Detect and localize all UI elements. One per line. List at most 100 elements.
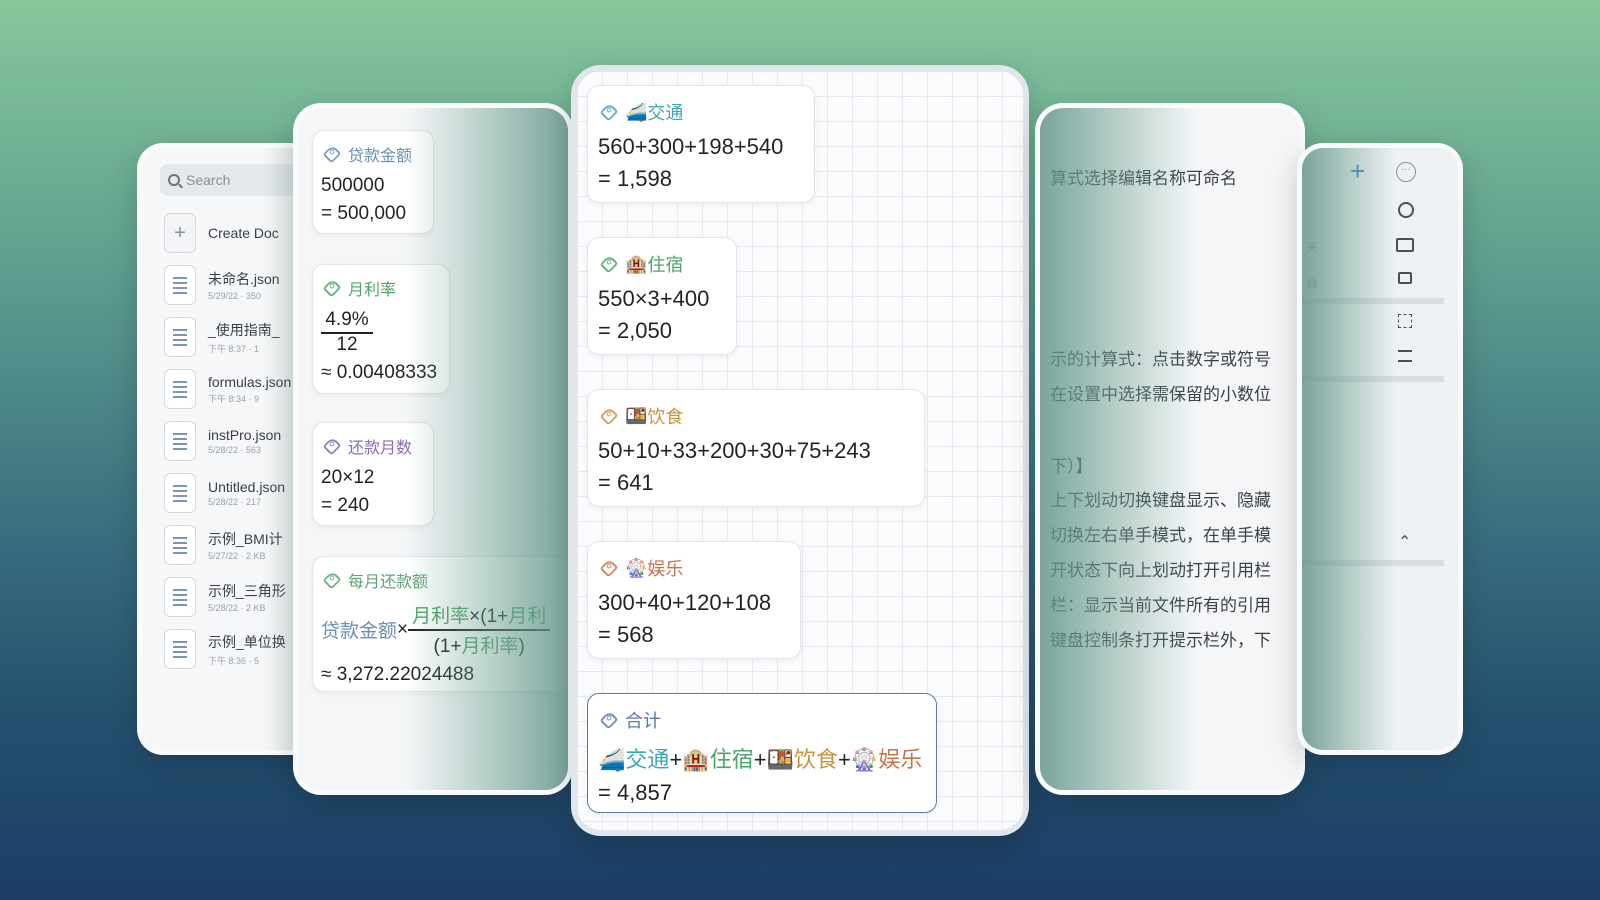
file-name: 示例_三角形	[208, 583, 286, 599]
expression: 550×3+400	[598, 286, 710, 311]
file-name: formulas.json	[208, 373, 292, 390]
plus-icon: +	[164, 213, 196, 253]
tag-icon	[599, 710, 619, 730]
menu-label: 夹	[1306, 240, 1319, 254]
denominator: 12	[336, 334, 358, 355]
check-circle-icon[interactable]	[1398, 202, 1414, 218]
fraction: 4.9% 12	[321, 309, 373, 356]
tag-label: 还款月数	[319, 431, 420, 461]
result: = 641	[598, 470, 654, 495]
result: = 568	[598, 622, 654, 647]
fraction: 月利率×(1+月利 (1+月利率)	[408, 601, 551, 658]
grid-icon[interactable]	[1398, 314, 1412, 328]
ref-rate-clipped: 月利	[508, 606, 547, 627]
help-line: 键盘控制条打开提示栏外，下	[1050, 631, 1271, 650]
transport-card[interactable]: 🚄 交通 560+300+198+540 = 1,598	[587, 85, 815, 203]
document-icon	[164, 525, 196, 565]
tag-icon	[599, 254, 619, 274]
document-icon	[164, 629, 196, 669]
file-name: 示例_单位换	[208, 633, 286, 650]
result: = 1,598	[598, 166, 673, 191]
document-icon	[164, 421, 196, 461]
help-line: 开状态下向上划动打开引用栏	[1050, 561, 1271, 580]
food-card[interactable]: 🍱 饮食 50+10+33+200+30+75+243 = 641	[587, 389, 925, 507]
folder-icon[interactable]	[1396, 238, 1414, 252]
document-icon	[164, 473, 196, 513]
document-icon	[164, 265, 196, 305]
result: = 2,050	[598, 318, 673, 343]
total-formula: 🚄交通+🏨住宿+🍱饮食+🎡娱乐	[598, 747, 923, 772]
tag-label: 贷款金额	[319, 139, 420, 169]
help-line: 切换左右单手模式，在单手模	[1050, 526, 1271, 545]
num-op: ×(1+	[469, 606, 509, 627]
chevron-up-icon[interactable]: ⌃	[1398, 532, 1411, 552]
payment-formula: 贷款金额 × 月利率×(1+月利 (1+月利率)	[321, 601, 568, 658]
tag-label: 月利率	[319, 273, 404, 303]
den-open: (1+	[433, 636, 462, 657]
tag-icon	[322, 144, 342, 164]
result: = 240	[321, 495, 370, 516]
monthly-rate-card[interactable]: 月利率 4.9% 12 ≈ 0.00408333	[312, 264, 450, 394]
hotel-icon: 🏨	[682, 747, 710, 772]
tag-icon	[322, 278, 342, 298]
total-card[interactable]: 合计 🚄交通+🏨住宿+🍱饮食+🎡娱乐 = 4,857	[587, 693, 937, 813]
loan-amount-card[interactable]: 贷款金额 500000 = 500,000	[312, 130, 434, 234]
document-icon	[164, 317, 196, 357]
ref-rate: 月利率	[461, 636, 519, 657]
numerator: 4.9%	[321, 309, 373, 334]
expression: 560+300+198+540	[598, 134, 784, 159]
menu-panel: + ··· 夹 器 ⌃	[1297, 143, 1463, 755]
tag-label: 🎡 娱乐	[596, 552, 691, 584]
help-line: 在设置中选择需保留的小数位	[1050, 385, 1271, 404]
ref-loan-amount: 贷款金额	[321, 621, 398, 642]
tag-icon	[599, 102, 619, 122]
expression: 20×12	[321, 467, 375, 488]
search-icon	[168, 174, 180, 186]
expression: 50+10+33+200+30+75+243	[598, 438, 871, 463]
lodging-card[interactable]: 🏨 住宿 550×3+400 = 2,050	[587, 237, 737, 355]
train-icon: 🚄	[598, 747, 626, 772]
divider	[1302, 560, 1444, 566]
file-meta: 下午 8:37 · 1	[208, 343, 260, 354]
result: = 500,000	[321, 203, 407, 224]
result: ≈ 0.00408333	[321, 362, 438, 383]
file-name: Untitled.json	[208, 479, 286, 495]
file-meta: 下午 8:36 · 5	[208, 655, 260, 666]
document-icon	[164, 369, 196, 409]
ref-lodging: 住宿	[709, 747, 754, 772]
entertainment-card[interactable]: 🎡 娱乐 300+40+120+108 = 568	[587, 541, 801, 659]
file-meta: 5/28/22 · 2 KB	[208, 603, 266, 613]
add-icon[interactable]: +	[1350, 156, 1365, 187]
hotel-icon: 🏨	[625, 253, 648, 274]
monthly-payment-card[interactable]: 每月还款额 贷款金额 × 月利率×(1+月利 (1+月利率) ≈ 3,272.2…	[312, 556, 568, 692]
months-card[interactable]: 还款月数 20×12 = 240	[312, 422, 434, 526]
monitor-icon[interactable]	[1398, 272, 1412, 284]
ref-food: 饮食	[793, 747, 838, 772]
result: = 4,857	[598, 780, 673, 805]
help-line: 示的计算式：点击数字或符号	[1050, 350, 1271, 369]
bento-icon: 🍱	[625, 405, 648, 426]
result: ≈ 3,272.22024488	[321, 664, 475, 685]
bento-icon: 🍱	[766, 747, 794, 772]
help-line: 上下划动切换键盘显示、隐藏	[1050, 491, 1271, 510]
expression: 500000	[321, 175, 385, 196]
tag-icon	[322, 436, 342, 456]
ref-entertainment: 娱乐	[878, 747, 923, 772]
list-icon[interactable]	[1398, 350, 1412, 362]
more-icon[interactable]: ···	[1396, 162, 1416, 182]
help-line: 算式选择编辑名称可命名	[1050, 169, 1237, 188]
help-text-panel: 算式选择编辑名称可命名 示的计算式：点击数字或符号 在设置中选择需保留的小数位 …	[1035, 103, 1305, 795]
document-icon	[164, 577, 196, 617]
file-meta: 5/29/22 · 350	[208, 291, 262, 301]
den-close: )	[518, 636, 525, 657]
file-name: 示例_BMI计	[208, 531, 283, 547]
tag-label: 🚄 交通	[596, 96, 691, 128]
tag-label: 合计	[596, 704, 669, 736]
divider	[1302, 376, 1444, 382]
travel-budget-panel: 🚄 交通 560+300+198+540 = 1,598 🏨 住宿 550×3+40…	[571, 65, 1029, 836]
file-meta: 5/28/22 · 563	[208, 445, 262, 455]
file-name: instPro.json	[208, 427, 282, 443]
tag-label: 🏨 住宿	[596, 248, 691, 280]
file-meta: 下午 8:34 · 9	[208, 393, 260, 404]
ferris-wheel-icon: 🎡	[850, 747, 879, 772]
